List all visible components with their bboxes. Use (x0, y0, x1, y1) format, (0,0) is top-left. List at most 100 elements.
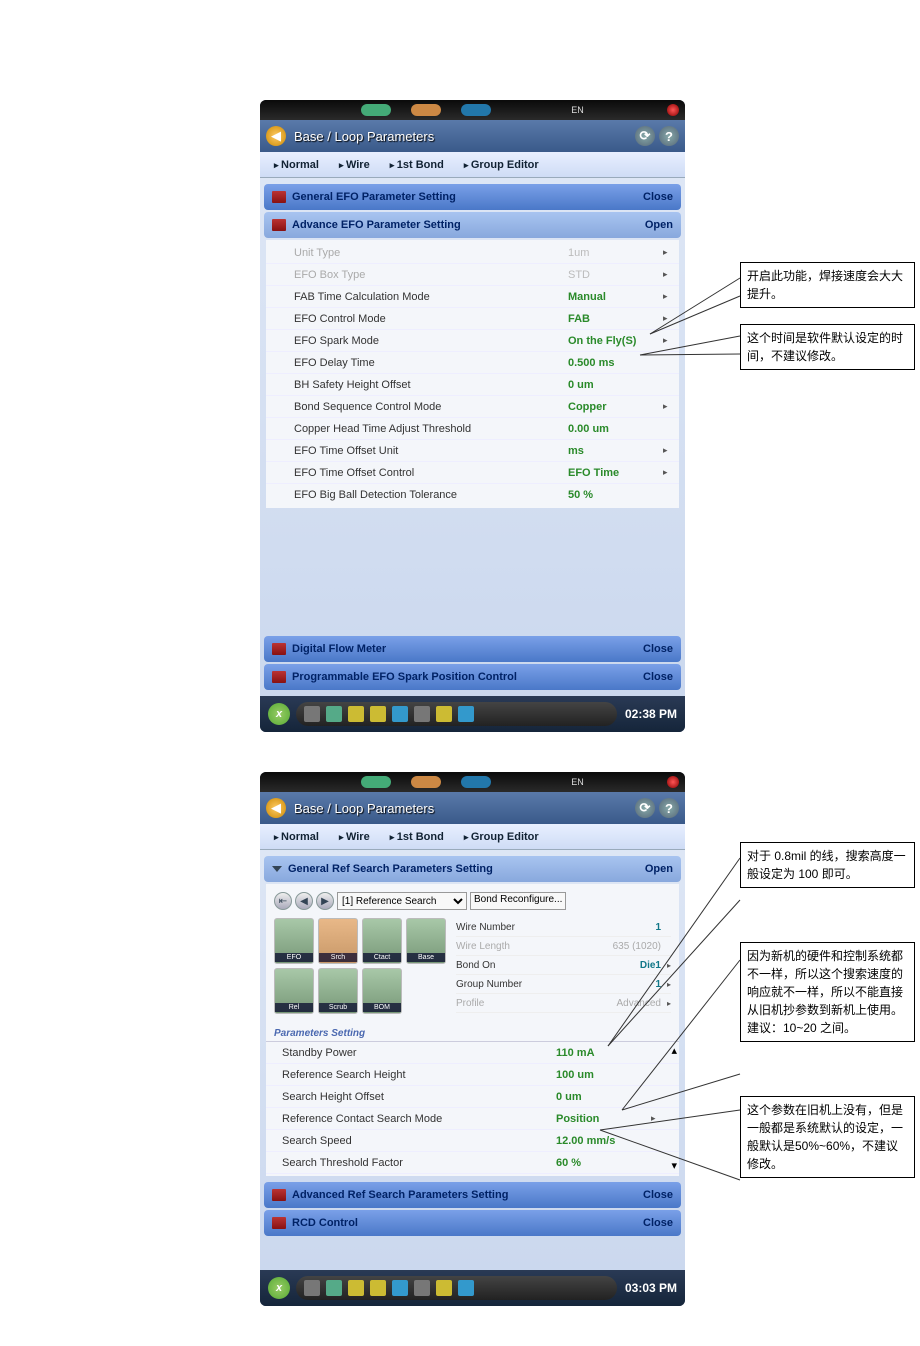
param-value[interactable]: 0 um (568, 379, 663, 391)
param-value[interactable]: 110 mA (556, 1047, 651, 1059)
param-row[interactable]: Unit Type1um▸ (266, 242, 679, 264)
language-indicator[interactable]: EN (571, 105, 584, 115)
param-value[interactable]: STD (568, 269, 663, 281)
param-value[interactable]: Manual (568, 291, 663, 303)
tray-icon[interactable] (348, 706, 364, 722)
param-value[interactable]: EFO Time (568, 467, 663, 479)
param-value[interactable]: 100 um (556, 1069, 651, 1081)
nav-prev-button[interactable]: ◀ (295, 892, 313, 910)
param-value[interactable]: 0 um (556, 1091, 651, 1103)
tab-wire[interactable]: Wire (329, 831, 380, 843)
param-row[interactable]: EFO Time Offset Unitms▸ (266, 440, 679, 462)
tray-icon[interactable] (370, 706, 386, 722)
tray-icon[interactable] (326, 1280, 342, 1296)
power-icon[interactable] (667, 776, 679, 788)
param-row[interactable]: EFO Delay Time0.500 ms (266, 352, 679, 374)
close-button[interactable]: Close (643, 671, 673, 683)
tray-icon[interactable] (414, 1280, 430, 1296)
close-button[interactable]: Close (643, 191, 673, 203)
param-row[interactable]: EFO Box TypeSTD▸ (266, 264, 679, 286)
logo-icon[interactable]: x (268, 1277, 290, 1299)
nav-next-button[interactable]: ▶ (316, 892, 334, 910)
tray-icon[interactable] (458, 706, 474, 722)
chevron-right-icon[interactable]: ▸ (663, 269, 671, 280)
param-row[interactable]: Reference Search Height100 um (266, 1064, 679, 1086)
tab-wire[interactable]: Wire (329, 159, 380, 171)
process-icon-efo[interactable]: EFO (274, 918, 314, 964)
tray-icon[interactable] (436, 706, 452, 722)
section-rcd[interactable]: RCD Control Close (264, 1210, 681, 1236)
param-value[interactable]: 12.00 mm/s (556, 1135, 651, 1147)
language-indicator[interactable]: EN (571, 777, 584, 787)
param-row[interactable]: Reference Contact Search ModePosition▸ (266, 1108, 679, 1130)
chevron-right-icon[interactable]: ▸ (663, 445, 671, 456)
param-row[interactable]: FAB Time Calculation ModeManual▸ (266, 286, 679, 308)
process-icon-ctact[interactable]: Ctact (362, 918, 402, 964)
param-value[interactable]: 60 % (556, 1157, 651, 1169)
bond-reconfigure-button[interactable]: Bond Reconfigure... (470, 892, 566, 910)
section-advance-efo[interactable]: Advance EFO Parameter Setting Open (264, 212, 681, 238)
chevron-right-icon[interactable]: ▸ (663, 247, 671, 258)
section-adv-ref[interactable]: Advanced Ref Search Parameters Setting C… (264, 1182, 681, 1208)
tray-icon[interactable] (392, 1280, 408, 1296)
param-row[interactable]: Bond Sequence Control ModeCopper▸ (266, 396, 679, 418)
tray-icon[interactable] (304, 706, 320, 722)
scroll-down-button[interactable]: ▾ (671, 1159, 677, 1172)
close-button[interactable]: Close (643, 643, 673, 655)
close-button[interactable]: Close (643, 1217, 673, 1229)
tray-icon[interactable] (348, 1280, 364, 1296)
tab-1st-bond[interactable]: 1st Bond (380, 159, 454, 171)
open-button[interactable]: Open (645, 219, 673, 231)
param-value[interactable]: Position (556, 1113, 651, 1125)
section-prog-efo[interactable]: Programmable EFO Spark Position Control … (264, 664, 681, 690)
info-row[interactable]: ProfileAdvanced▸ (456, 994, 671, 1013)
param-row[interactable]: Copper Head Time Adjust Threshold0.00 um (266, 418, 679, 440)
section-general-ref[interactable]: General Ref Search Parameters Setting Op… (264, 856, 681, 882)
param-row[interactable]: Standby Power110 mA (266, 1042, 679, 1064)
process-icon-scrub[interactable]: Scrub (318, 968, 358, 1014)
power-icon[interactable] (667, 104, 679, 116)
tab-group-editor[interactable]: Group Editor (454, 831, 549, 843)
tab-1st-bond[interactable]: 1st Bond (380, 831, 454, 843)
info-row[interactable]: Bond OnDie1▸ (456, 956, 671, 975)
tray-icon[interactable] (392, 706, 408, 722)
chevron-right-icon[interactable]: ▸ (651, 1113, 659, 1124)
tab-normal[interactable]: Normal (264, 159, 329, 171)
param-row[interactable]: EFO Time Offset ControlEFO Time▸ (266, 462, 679, 484)
chevron-right-icon[interactable]: ▸ (663, 401, 671, 412)
reference-select[interactable]: [1] Reference Search (337, 892, 467, 910)
param-value[interactable]: 0.500 ms (568, 357, 663, 369)
section-digital-flow[interactable]: Digital Flow Meter Close (264, 636, 681, 662)
refresh-button[interactable]: ⟳ (635, 798, 655, 818)
logo-icon[interactable]: x (268, 703, 290, 725)
param-value[interactable]: 0.00 um (568, 423, 663, 435)
process-icon-rel[interactable]: Rel (274, 968, 314, 1014)
back-button[interactable]: ◀ (266, 126, 286, 146)
tab-normal[interactable]: Normal (264, 831, 329, 843)
back-button[interactable]: ◀ (266, 798, 286, 818)
tray-icon[interactable] (458, 1280, 474, 1296)
section-general-efo[interactable]: General EFO Parameter Setting Close (264, 184, 681, 210)
param-row[interactable]: EFO Big Ball Detection Tolerance50 % (266, 484, 679, 506)
param-value[interactable]: ms (568, 445, 663, 457)
chevron-right-icon[interactable]: ▸ (663, 335, 671, 346)
chevron-right-icon[interactable]: ▸ (663, 467, 671, 478)
param-value[interactable]: 1um (568, 247, 663, 259)
close-button[interactable]: Close (643, 1189, 673, 1201)
tray-icon[interactable] (326, 706, 342, 722)
param-row[interactable]: EFO Spark ModeOn the Fly(S)▸ (266, 330, 679, 352)
refresh-button[interactable]: ⟳ (635, 126, 655, 146)
param-value[interactable]: 50 % (568, 489, 663, 501)
param-value[interactable]: On the Fly(S) (568, 335, 663, 347)
chevron-right-icon[interactable]: ▸ (663, 291, 671, 302)
process-icon-base[interactable]: Base (406, 918, 446, 964)
process-icon-srch[interactable]: Srch (318, 918, 358, 964)
info-row[interactable]: Group Number1▸ (456, 975, 671, 994)
open-button[interactable]: Open (645, 863, 673, 875)
param-row[interactable]: BH Safety Height Offset0 um (266, 374, 679, 396)
tab-group-editor[interactable]: Group Editor (454, 159, 549, 171)
param-value[interactable]: Copper (568, 401, 663, 413)
nav-first-button[interactable]: ⇤ (274, 892, 292, 910)
tray-icon[interactable] (370, 1280, 386, 1296)
chevron-right-icon[interactable]: ▸ (663, 313, 671, 324)
